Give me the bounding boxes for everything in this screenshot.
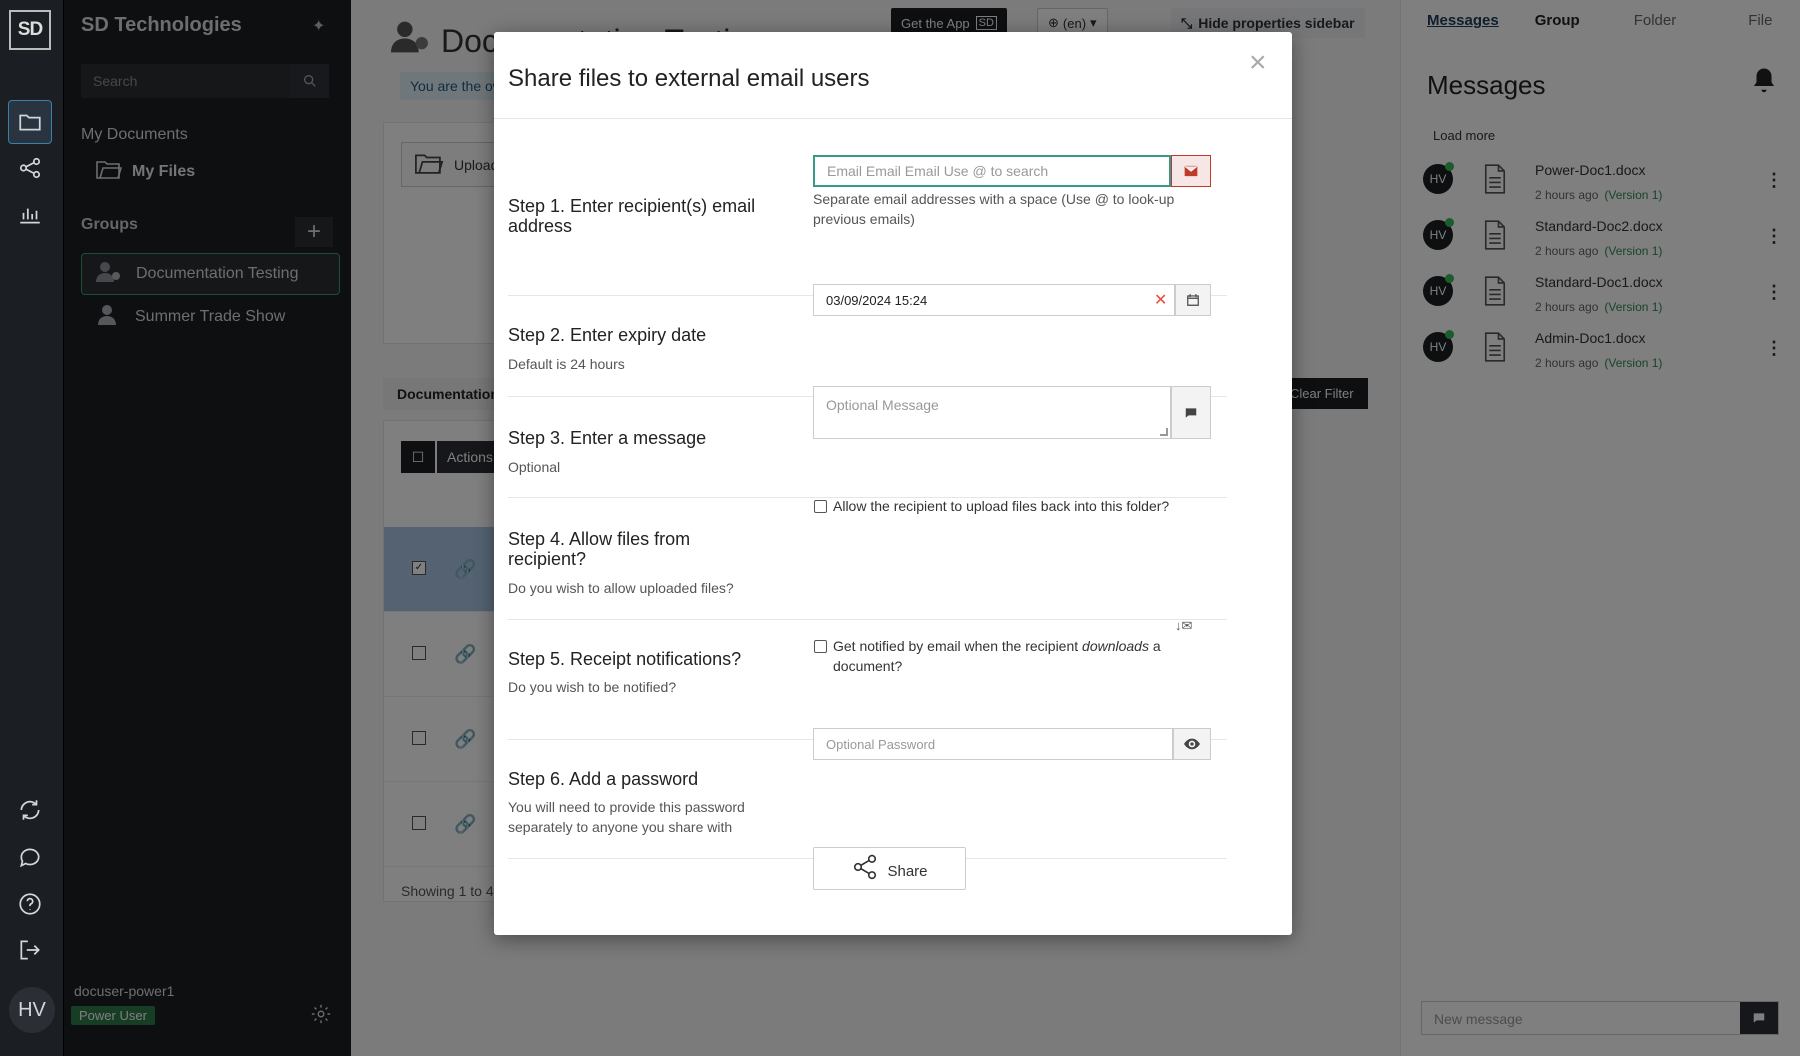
step-6-title: Step 6. Add a password (508, 769, 699, 789)
share-label: Share (887, 863, 928, 880)
step-1-title: Step 1. Enter recipient(s) email address (508, 196, 756, 236)
notify-label-em: downloads (1082, 638, 1149, 654)
message-placeholder: Optional Message (826, 397, 939, 413)
allow-upload-label[interactable]: Allow the recipient to upload files back… (833, 496, 1213, 516)
download-mail-icon: ↓✉ (1175, 618, 1193, 633)
share-external-modal: Share files to external email users × St… (494, 32, 1292, 935)
email-envelope-icon[interactable] (1171, 155, 1211, 187)
notify-label[interactable]: Get notified by email when the recipient… (833, 636, 1193, 676)
user-avatar[interactable]: HV (9, 987, 55, 1033)
step-2-subtitle: Default is 24 hours (508, 356, 625, 372)
share-button[interactable]: Share (813, 847, 966, 890)
show-password-eye-icon[interactable] (1173, 728, 1211, 760)
allow-upload-checkbox[interactable] (814, 500, 827, 513)
calendar-icon[interactable] (1175, 284, 1211, 316)
sync-icon[interactable] (8, 788, 52, 832)
password-input[interactable]: Optional Password (813, 728, 1173, 760)
chart-icon[interactable] (8, 192, 52, 236)
help-icon[interactable] (8, 882, 52, 926)
email-help-text: Separate email addresses with a space (U… (813, 191, 1175, 227)
message-textarea[interactable]: Optional Message (813, 386, 1171, 439)
password-placeholder: Optional Password (826, 736, 936, 752)
step-3-subtitle: Optional (508, 459, 561, 475)
email-placeholder: Email Email Email Use @ to search (827, 163, 1049, 179)
expiry-date-value: 03/09/2024 15:24 (826, 292, 928, 308)
left-rail: SD HV (0, 0, 64, 1056)
expiry-date-input[interactable]: 03/09/2024 15:24 (813, 284, 1175, 316)
step-6-subtitle: You will need to provide this password s… (508, 799, 745, 835)
modal-header: Share files to external email users × (494, 32, 1292, 119)
modal-title: Share files to external email users (508, 65, 870, 92)
share-icon (851, 853, 879, 885)
recipient-email-input[interactable]: Email Email Email Use @ to search (813, 155, 1171, 187)
clear-date-icon[interactable]: ✕ (1154, 290, 1167, 310)
notify-label-pre: Get notified by email when the recipient (833, 638, 1083, 654)
close-icon[interactable]: × (1249, 46, 1267, 80)
resize-handle[interactable] (1160, 428, 1168, 436)
folder-icon[interactable] (8, 100, 52, 144)
share-icon[interactable] (8, 146, 52, 190)
logout-icon[interactable] (8, 928, 52, 972)
step-5-title: Step 5. Receipt notifications? (508, 649, 742, 669)
step-3-title: Step 3. Enter a message (508, 428, 707, 448)
step-4-subtitle: Do you wish to allow uploaded files? (508, 580, 734, 596)
app-logo[interactable]: SD (9, 10, 51, 50)
step-2-title: Step 2. Enter expiry date (508, 325, 707, 345)
chat-icon[interactable] (8, 835, 52, 879)
message-icon (1171, 386, 1211, 439)
step-5-subtitle: Do you wish to be notified? (508, 679, 677, 695)
notify-checkbox[interactable] (814, 640, 827, 653)
step-4-title: Step 4. Allow files from recipient? (508, 529, 691, 569)
